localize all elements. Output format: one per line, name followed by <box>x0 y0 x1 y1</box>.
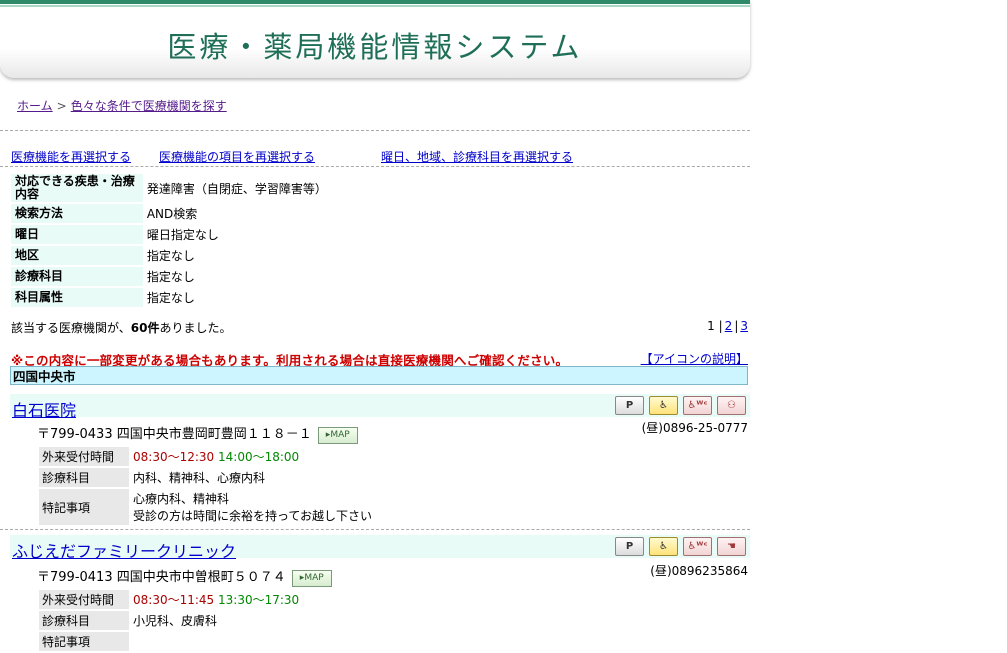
breadcrumb-current-link[interactable]: 色々な条件で医療機関を探す <box>71 99 227 113</box>
accessible-toilet-icon[interactable]: ♿ᵂᶜ <box>683 396 712 415</box>
facility-badges: P ♿ ♿ᵂᶜ ⚇ <box>615 396 746 415</box>
hand-icon[interactable]: ☚ <box>717 537 746 556</box>
condition-value: 発達障害（自閉症、学習障害等） <box>146 181 327 196</box>
page-2-link[interactable]: 2 <box>725 319 733 333</box>
condition-label: 検索方法 <box>11 204 143 223</box>
result-suffix: ありました。 <box>159 321 232 335</box>
info-row: 特記事項 心療内科、精神科受診の方は時間に余裕を持ってお越し下さい <box>39 489 697 525</box>
site-title: 医療・薬局機能情報システム <box>167 30 583 64</box>
hours-pm: 13:30〜17:30 <box>218 593 300 607</box>
clinic-header: 白石医院 P ♿ ♿ᵂᶜ ⚇ <box>10 394 750 420</box>
info-dept: 小児科、皮膚科 <box>133 614 218 628</box>
address-text: 〒799-0433 四国中央市豊岡町豊岡１１８－１ <box>37 427 312 442</box>
accessible-toilet-icon[interactable]: ♿ᵂᶜ <box>683 537 712 556</box>
clinic-phone: (昼)0896235864 <box>650 564 748 578</box>
condition-row: 科目属性 指定なし <box>11 288 750 307</box>
clinic-address: 〒799-0433 四国中央市豊岡町豊岡１１８－１ ▸MAP <box>37 423 358 444</box>
page-separator: | <box>718 319 723 333</box>
condition-value: 指定なし <box>146 270 195 284</box>
pagination: 1 | 2 | 3 <box>707 319 750 333</box>
condition-row: 対応できる疾患・治療内容 発達障害（自閉症、学習障害等） <box>11 174 750 202</box>
divider <box>0 130 750 131</box>
wheelchair-icon[interactable]: ♿ <box>649 537 678 556</box>
clinic-header: ふじえだファミリークリニック P ♿ ♿ᵂᶜ ☚ <box>10 535 750 561</box>
info-label: 診療科目 <box>39 611 129 630</box>
page-separator: | <box>734 319 739 333</box>
condition-value: 曜日指定なし <box>146 228 219 242</box>
breadcrumb-home-link[interactable]: ホーム <box>17 99 53 113</box>
condition-row: 地区 指定なし <box>11 246 750 265</box>
page-current: 1 <box>707 319 715 333</box>
hours-am: 08:30〜12:30 <box>133 450 215 464</box>
condition-row: 診療科目 指定なし <box>11 267 750 286</box>
clinic-info-table: 外来受付時間 08:30〜12:30 14:00〜18:00 診療科目 内科、精… <box>39 445 697 527</box>
page: 医療・薬局機能情報システム ホーム > 色々な条件で医療機関を探す 医療機能を再選択… <box>0 0 750 651</box>
reselect-weekday-link[interactable]: 曜日、地域、診療科目を再選択する <box>381 148 573 165</box>
info-row: 診療科目 小児科、皮膚科 <box>39 611 697 630</box>
hours-am: 08:30〜11:45 <box>133 593 215 607</box>
map-button[interactable]: ▸MAP <box>317 427 358 444</box>
notes-line: 心療内科、精神科 <box>133 492 230 506</box>
condition-row: 曜日 曜日指定なし <box>11 225 750 244</box>
hours-pm: 14:00〜18:00 <box>218 450 300 464</box>
region-header: 四国中央市 <box>10 366 748 385</box>
parking-icon[interactable]: P <box>615 396 644 415</box>
result-prefix: 該当する医療機関が、 <box>11 321 131 335</box>
condition-value: 指定なし <box>146 249 195 263</box>
info-hours: 08:30〜12:30 14:00〜18:00 <box>129 447 697 466</box>
icon-help-link[interactable]: 【アイコンの説明】 <box>641 350 748 367</box>
condition-label: 地区 <box>11 246 143 265</box>
info-label: 特記事項 <box>39 632 129 651</box>
condition-value: 指定なし <box>146 291 195 305</box>
info-row: 外来受付時間 08:30〜11:45 13:30〜17:30 <box>39 590 697 609</box>
search-conditions-table: 対応できる疾患・治療内容 発達障害（自閉症、学習障害等） 検索方法 AND検索 … <box>11 172 750 309</box>
condition-label: 診療科目 <box>11 267 143 286</box>
site-header: 医療・薬局機能情報システム <box>0 0 750 78</box>
condition-value: AND検索 <box>146 207 198 221</box>
info-label: 外来受付時間 <box>39 590 129 609</box>
parking-icon[interactable]: P <box>615 537 644 556</box>
map-label: MAP <box>330 430 350 440</box>
info-row: 特記事項 <box>39 632 697 651</box>
divider <box>0 166 750 167</box>
clinic-phone: (昼)0896-25-0777 <box>641 421 748 435</box>
clinic-name-link[interactable]: 白石医院 <box>12 397 76 421</box>
wheelchair-icon[interactable]: ♿ <box>649 396 678 415</box>
info-notes <box>129 632 697 651</box>
info-row: 診療科目 内科、精神科、心療内科 <box>39 468 697 487</box>
breadcrumb: ホーム > 色々な条件で医療機関を探す <box>17 97 227 114</box>
clinic-info-table: 外来受付時間 08:30〜11:45 13:30〜17:30 診療科目 小児科、… <box>39 588 697 653</box>
condition-row: 検索方法 AND検索 <box>11 204 750 223</box>
divider <box>0 529 750 530</box>
info-hours: 08:30〜11:45 13:30〜17:30 <box>129 590 697 609</box>
condition-label: 科目属性 <box>11 288 143 307</box>
map-label: MAP <box>304 573 324 583</box>
result-count: 該当する医療機関が、60件ありました。 <box>11 319 231 336</box>
condition-label: 曜日 <box>11 225 143 244</box>
result-count-number: 60件 <box>130 321 160 335</box>
address-text: 〒799-0413 四国中央市中曽根町５０７４ <box>37 570 286 585</box>
reselect-items-link[interactable]: 医療機能の項目を再選択する <box>159 148 315 165</box>
info-notes: 心療内科、精神科受診の方は時間に余裕を持ってお越し下さい <box>129 489 697 525</box>
clinic-address: 〒799-0413 四国中央市中曽根町５０７４ ▸MAP <box>37 566 332 587</box>
map-button[interactable]: ▸MAP <box>291 570 332 587</box>
clinic-name-link[interactable]: ふじえだファミリークリニック <box>12 538 236 562</box>
condition-label: 対応できる疾患・治療内容 <box>11 174 143 202</box>
notes-line: 受診の方は時間に余裕を持ってお越し下さい <box>133 509 373 523</box>
page-3-link[interactable]: 3 <box>740 319 748 333</box>
info-label: 特記事項 <box>39 489 129 525</box>
facility-badges: P ♿ ♿ᵂᶜ ☚ <box>615 537 746 556</box>
info-dept: 内科、精神科、心療内科 <box>133 471 266 485</box>
info-row: 外来受付時間 08:30〜12:30 14:00〜18:00 <box>39 447 697 466</box>
info-label: 外来受付時間 <box>39 447 129 466</box>
family-icon[interactable]: ⚇ <box>717 396 746 415</box>
breadcrumb-separator: > <box>56 99 67 113</box>
reselect-function-link[interactable]: 医療機能を再選択する <box>11 148 131 165</box>
info-label: 診療科目 <box>39 468 129 487</box>
